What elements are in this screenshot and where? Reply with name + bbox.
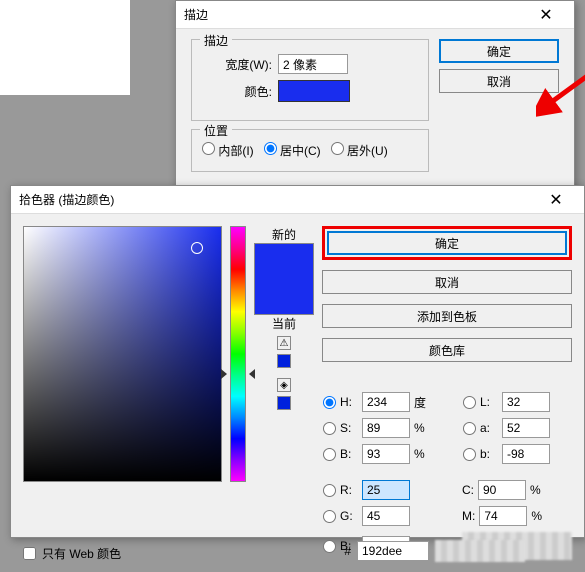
stroke-dialog: 描边 ✕ 描边 宽度(W): 颜色: 位置 内部(I) 居中(C) — [175, 0, 575, 200]
width-input[interactable] — [278, 54, 348, 74]
pos-center-radio[interactable]: 居中(C) — [264, 142, 321, 159]
preview-new-color — [255, 244, 313, 279]
s-input[interactable] — [362, 418, 410, 438]
close-icon[interactable]: ✕ — [536, 186, 576, 214]
color-picker-dialog: 拾色器 (描边颜色) ✕ 新的 当前 ⚠ ◈ 确定 — [10, 185, 585, 538]
stroke-color-swatch[interactable] — [278, 80, 350, 102]
new-label: 新的 — [272, 226, 296, 243]
c-input[interactable] — [478, 480, 526, 500]
preview-current-color — [255, 279, 313, 314]
l-radio[interactable] — [463, 396, 476, 409]
websafe-swatch[interactable] — [277, 396, 291, 410]
l-input[interactable] — [502, 392, 550, 412]
width-label: 宽度(W): — [202, 56, 272, 73]
add-to-swatches-button[interactable]: 添加到色板 — [322, 304, 572, 328]
hex-input[interactable] — [357, 541, 429, 561]
picker-title: 拾色器 (描边颜色) — [19, 191, 536, 208]
color-field-marker — [191, 242, 203, 254]
r-radio[interactable] — [323, 484, 336, 497]
position-fieldset: 位置 内部(I) 居中(C) 居外(U) — [191, 129, 429, 172]
hue-strip[interactable] — [230, 226, 246, 482]
blab-input[interactable] — [502, 444, 550, 464]
hex-hash: # — [341, 544, 351, 558]
fieldset-position-label: 位置 — [200, 122, 232, 139]
stroke-title-bar: 描边 ✕ — [176, 1, 574, 29]
s-radio[interactable] — [323, 422, 336, 435]
color-field[interactable] — [23, 226, 222, 482]
picker-ok-button[interactable]: 确定 — [327, 231, 567, 255]
color-preview — [254, 243, 314, 315]
fieldset-stroke-label: 描边 — [200, 32, 232, 49]
color-label: 颜色: — [202, 83, 272, 100]
h-radio[interactable] — [323, 396, 336, 409]
hue-slider[interactable] — [225, 369, 251, 379]
web-only-checkbox[interactable] — [23, 547, 36, 560]
ok-highlight-annotation: 确定 — [322, 226, 572, 260]
m-input[interactable] — [479, 506, 527, 526]
gamut-warning-icon[interactable]: ⚠ — [277, 336, 291, 350]
bb-radio[interactable] — [323, 540, 336, 553]
stroke-fieldset: 描边 宽度(W): 颜色: — [191, 39, 429, 121]
web-only-label: 只有 Web 颜色 — [42, 545, 121, 562]
close-icon[interactable]: ✕ — [526, 1, 566, 29]
picker-title-bar: 拾色器 (描边颜色) ✕ — [11, 186, 584, 214]
cube-icon[interactable]: ◈ — [277, 378, 291, 392]
g-radio[interactable] — [323, 510, 336, 523]
canvas-area — [0, 0, 130, 95]
blab-radio[interactable] — [463, 448, 476, 461]
a-radio[interactable] — [463, 422, 476, 435]
gamut-swatch[interactable] — [277, 354, 291, 368]
h-input[interactable] — [362, 392, 410, 412]
g-input[interactable] — [362, 506, 410, 526]
r-input[interactable] — [362, 480, 410, 500]
stroke-title: 描边 — [184, 6, 526, 23]
current-label: 当前 — [272, 315, 296, 332]
bv-radio[interactable] — [323, 448, 336, 461]
pos-outside-radio[interactable]: 居外(U) — [331, 142, 388, 159]
color-libraries-button[interactable]: 颜色库 — [322, 338, 572, 362]
bv-input[interactable] — [362, 444, 410, 464]
stroke-cancel-button[interactable]: 取消 — [439, 69, 559, 93]
a-input[interactable] — [502, 418, 550, 438]
blurred-area — [435, 540, 525, 562]
pos-inside-radio[interactable]: 内部(I) — [202, 142, 254, 159]
picker-cancel-button[interactable]: 取消 — [322, 270, 572, 294]
stroke-ok-button[interactable]: 确定 — [439, 39, 559, 63]
